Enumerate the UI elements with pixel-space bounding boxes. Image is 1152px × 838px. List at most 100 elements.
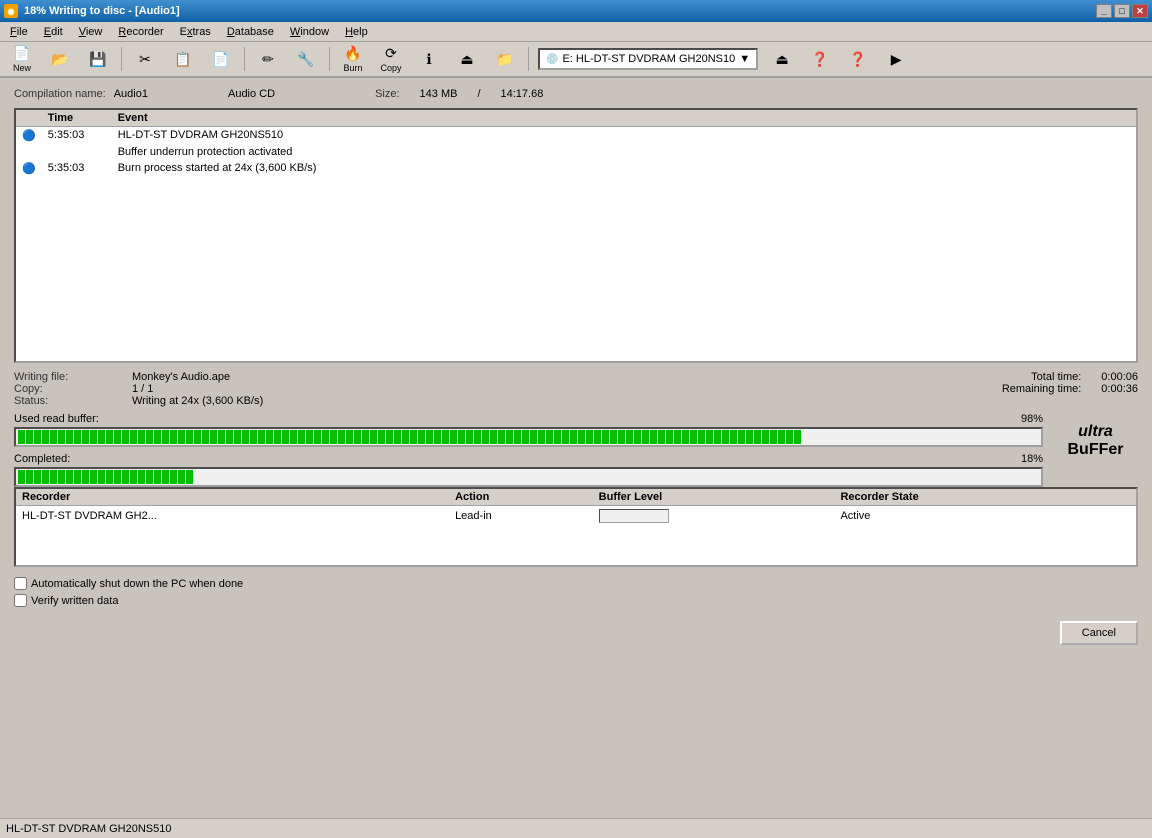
cancel-button[interactable]: Cancel: [1060, 621, 1138, 645]
settings-button[interactable]: 🔧: [288, 44, 324, 74]
bar-segment: [786, 430, 793, 444]
bar-segment: [714, 430, 721, 444]
drive-dropdown-icon: ▼: [739, 53, 750, 65]
log-col-time: Time: [42, 110, 112, 127]
save-button[interactable]: 💾: [80, 44, 116, 74]
bar-segment: [98, 430, 105, 444]
menu-recorder[interactable]: Recorder: [110, 24, 171, 40]
bar-segment: [42, 430, 49, 444]
main-content: Compilation name: Audio1 Audio CD Size: …: [0, 78, 1152, 818]
bar-segment: [602, 430, 609, 444]
comp-name-value: Audio1: [114, 88, 148, 100]
buffer-text: BuFFer: [1068, 441, 1124, 459]
total-time-label: Total time:: [1031, 371, 1081, 383]
about-button[interactable]: ❓: [840, 44, 876, 74]
read-buffer-percent: 98%: [1021, 413, 1043, 425]
toolbar-separator-2: [244, 47, 245, 71]
toolbar: 📄 New 📂 💾 ✂ 📋 📄 ✏ 🔧 🔥 Burn ⟳ Copy ℹ ⏏ 📁: [0, 42, 1152, 78]
menu-edit[interactable]: Edit: [36, 24, 71, 40]
shutdown-checkbox[interactable]: [14, 577, 27, 590]
folder-icon: 📁: [496, 51, 513, 68]
bar-segment: [98, 470, 105, 484]
completed-percent: 18%: [1021, 453, 1043, 465]
bar-segment: [226, 430, 233, 444]
remaining-time-value: 0:00:36: [1101, 383, 1138, 395]
info-button[interactable]: ℹ: [411, 44, 447, 74]
col-recorder-state: Recorder State: [834, 489, 1100, 506]
menu-database[interactable]: Database: [219, 24, 282, 40]
new-icon: 📄: [13, 45, 30, 62]
bar-segment: [514, 430, 521, 444]
bar-segment: [370, 430, 377, 444]
bar-segment: [266, 430, 273, 444]
read-buffer-bar: [14, 427, 1043, 447]
bar-segment: [466, 430, 473, 444]
bar-segment: [290, 430, 297, 444]
copy-disc-button[interactable]: ⟳ Copy: [373, 44, 409, 74]
bar-segment: [594, 430, 601, 444]
bar-segment: [154, 430, 161, 444]
compilation-info: Compilation name: Audio1 Audio CD Size: …: [14, 88, 1138, 100]
bar-segment: [706, 430, 713, 444]
bar-segment: [458, 430, 465, 444]
menu-window[interactable]: Window: [282, 24, 337, 40]
bar-segment: [586, 430, 593, 444]
bar-segment: [554, 430, 561, 444]
open-button[interactable]: 📂: [42, 44, 78, 74]
file-label: Writing file:: [14, 371, 124, 383]
menu-view[interactable]: View: [71, 24, 111, 40]
eject-disc-button[interactable]: ⏏: [764, 44, 800, 74]
bar-segment: [522, 430, 529, 444]
bar-segment: [66, 430, 73, 444]
bar-segment: [378, 430, 385, 444]
drive-selector[interactable]: 💿 E: HL-DT-ST DVDRAM GH20NS10 ▼: [538, 48, 758, 70]
bar-segment: [66, 470, 73, 484]
menu-extras[interactable]: Extras: [172, 24, 219, 40]
bar-segment: [354, 430, 361, 444]
bar-segment: [794, 430, 801, 444]
extra-button[interactable]: ▶: [878, 44, 914, 74]
col-buffer-level: Buffer Level: [593, 489, 835, 506]
col-action: Action: [449, 489, 593, 506]
paste-button[interactable]: 📄: [203, 44, 239, 74]
bar-segment: [74, 470, 81, 484]
comp-size-label: Size:: [375, 88, 399, 100]
bar-segment: [690, 430, 697, 444]
completed-section: Completed: 18%: [14, 453, 1043, 487]
maximize-button[interactable]: □: [1114, 4, 1130, 18]
new-button[interactable]: 📄 New: [4, 44, 40, 74]
bar-segment: [114, 470, 121, 484]
bar-segment: [674, 430, 681, 444]
folder-button[interactable]: 📁: [487, 44, 523, 74]
help-button[interactable]: ❓: [802, 44, 838, 74]
help-icon: ❓: [811, 51, 828, 68]
bar-segment: [178, 470, 185, 484]
table-row: HL-DT-ST DVDRAM GH2... Lead-in Active: [16, 506, 1136, 527]
bar-segment: [106, 470, 113, 484]
ultra-text: ultra: [1078, 423, 1113, 441]
log-area[interactable]: Time Event 🔵 5:35:03 HL-DT-ST DVDRAM GH2…: [14, 108, 1138, 363]
save-icon: 💾: [89, 51, 106, 68]
bar-segment: [146, 470, 153, 484]
menu-help[interactable]: Help: [337, 24, 376, 40]
bar-segment: [18, 470, 25, 484]
app-icon: ◉: [4, 4, 18, 18]
minimize-button[interactable]: _: [1096, 4, 1112, 18]
table-row: 🔵 5:35:03 HL-DT-ST DVDRAM GH20NS510: [16, 127, 1136, 145]
bar-segment: [138, 470, 145, 484]
burn-button[interactable]: 🔥 Burn: [335, 44, 371, 74]
close-button[interactable]: ✕: [1132, 4, 1148, 18]
comp-name-label: Compilation name:: [14, 88, 106, 100]
bar-segment: [770, 430, 777, 444]
bar-segment: [330, 430, 337, 444]
cut-button[interactable]: ✂: [127, 44, 163, 74]
verify-checkbox[interactable]: [14, 594, 27, 607]
bar-segment: [106, 430, 113, 444]
bar-segment: [386, 430, 393, 444]
copy-button[interactable]: 📋: [165, 44, 201, 74]
menu-file[interactable]: File: [2, 24, 36, 40]
edit-button[interactable]: ✏: [250, 44, 286, 74]
eject-icon: ⏏: [460, 51, 473, 68]
eject-button[interactable]: ⏏: [449, 44, 485, 74]
bar-segment: [394, 430, 401, 444]
